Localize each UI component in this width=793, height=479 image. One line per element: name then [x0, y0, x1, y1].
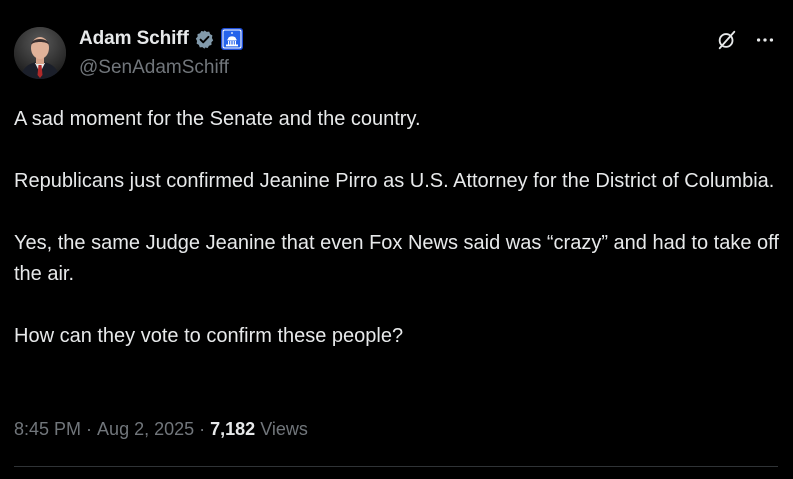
more-icon[interactable]	[753, 28, 777, 52]
verified-badge-icon[interactable]	[194, 29, 215, 50]
views-label: Views	[260, 419, 308, 439]
meta-separator: ·	[86, 419, 93, 439]
views-count[interactable]: 7,182	[210, 419, 255, 440]
tweet-card: Adam Schiff @SenAdamSchiff A sad moment …	[0, 0, 793, 479]
meta-separator: ·	[199, 419, 206, 439]
tweet-text: A sad moment for the Senate and the coun…	[14, 104, 784, 352]
tweet-paragraph: A sad moment for the Senate and the coun…	[14, 108, 421, 130]
author-block: Adam Schiff @SenAdamSchiff	[79, 27, 243, 79]
tweet-paragraph: How can they vote to confirm these peopl…	[14, 325, 404, 347]
name-row: Adam Schiff	[79, 27, 243, 51]
timestamp-date[interactable]: Aug 2, 2025	[97, 419, 194, 440]
timestamp-time[interactable]: 8:45 PM	[14, 419, 81, 440]
avatar[interactable]	[14, 27, 66, 79]
tweet-paragraph: Republicans just confirmed Jeanine Pirro…	[14, 170, 775, 192]
grok-icon[interactable]	[715, 28, 739, 52]
display-name[interactable]: Adam Schiff	[79, 28, 189, 50]
tweet-meta: 8:45 PM · Aug 2, 2025 · 7,182 Views	[14, 419, 308, 440]
divider	[14, 466, 778, 467]
handle[interactable]: @SenAdamSchiff	[79, 57, 243, 79]
tweet-paragraph: Yes, the same Judge Jeanine that even Fo…	[14, 232, 779, 285]
capitol-dome-icon[interactable]	[220, 28, 243, 50]
top-actions	[715, 28, 777, 52]
